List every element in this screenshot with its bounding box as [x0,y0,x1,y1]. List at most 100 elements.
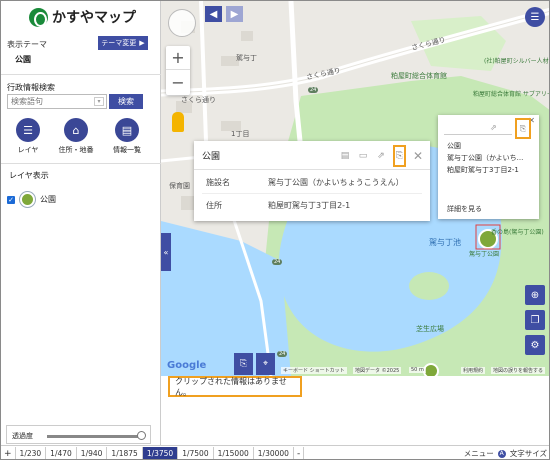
logo-icon [29,7,48,27]
chevron-down-icon[interactable]: ▾ [94,97,104,106]
scale-option[interactable]: 1/30000 [254,446,294,459]
collapse-sidebar-button[interactable]: « [161,233,171,271]
layer-item[interactable]: ✓ 公園 [7,192,56,207]
scale-zoom-in[interactable]: + [1,446,16,459]
close-icon[interactable]: ✕ [412,149,424,163]
table-icon: ▤ [115,118,139,142]
scale-option[interactable]: 1/15000 [214,446,254,459]
tool-label: 情報一覧 [113,146,141,154]
sidebar: かすやマップ 表示テーマ テーマ変更 ▶ 公園 行政情報検索 ▾ 検索 ☰ レイ… [1,1,161,445]
map-label: 1丁目 [231,130,250,138]
scale-bar: + 1/230 1/470 1/940 1/1875 1/3750 1/7500… [1,445,549,459]
report-error-link[interactable]: 地図の誤りを報告する [491,367,546,374]
tool-address[interactable]: ⌂ 住所・地番 [56,118,96,155]
pan-control[interactable] [168,9,196,37]
popup-key: 住所 [206,201,222,210]
zoom-out-button[interactable]: − [166,70,190,94]
scale-option[interactable]: 1/7500 [178,446,214,459]
clip-icon[interactable]: ⎘ [393,145,406,167]
map-label: 粕屋町総合体育館 サブアリーナ [473,91,549,98]
layer-checkbox[interactable]: ✓ [7,195,15,204]
zoom-control: + − [166,46,190,95]
card-share-icon[interactable]: ⇗ [490,123,497,132]
menu-link[interactable]: メニュー [464,448,494,459]
locate-button[interactable]: ⊕ [525,285,545,305]
search-input[interactable] [7,94,107,109]
scale-zoom-out[interactable]: - [294,446,305,459]
popup-key: 施設名 [206,178,230,187]
divider [1,163,161,164]
text-size-link[interactable]: 文字サイズ [510,448,547,459]
search-button[interactable]: 検索 [109,94,143,109]
map-label: (社)粕屋町シルバー人材センター [484,58,549,65]
map-label: 駕与丁公園 [469,251,500,258]
tool-layer[interactable]: ☰ レイヤ [8,118,48,155]
card-clip-icon[interactable]: ⎘ [515,118,531,139]
terms-link[interactable]: 利用規約 [461,367,486,374]
map-label: 駕与丁池 [429,238,461,247]
tool-label: レイヤ [17,146,39,154]
bottom-right-links: メニュー A 文字サイズ [464,448,547,459]
popup-row-address: 住所 粕屋町駕与丁3丁目2-1 [206,200,350,211]
app-frame: 駕与丁 さくら通り さくら通り さくら通り 粕屋町総合体育館 (社)粕屋町シルバ… [0,0,550,460]
popup-title: 公園 [202,152,221,162]
settings-button[interactable]: ⚙ [525,335,545,355]
opacity-control: 透過度 [6,425,151,444]
change-theme-button[interactable]: テーマ変更 ▶ [98,36,148,50]
scale-option[interactable]: 1/940 [77,446,108,459]
map-label: 保育園 [169,182,190,190]
scale-option[interactable]: 1/230 [16,446,47,459]
app-logo[interactable]: かすやマップ [29,7,136,27]
map-scale-label: 50 m [409,367,426,373]
tool-info-list[interactable]: ▤ 情報一覧 [107,118,147,155]
print-icon[interactable]: ▤ [339,151,351,161]
card-line: 駕与丁公園（かよいち... [447,154,524,162]
layer-section-title: レイヤ表示 [9,171,49,180]
popup-value: 駕与丁公園（かよいちょうこうえん） [268,178,404,187]
divider [1,74,161,75]
feature-card: ✕ ⇗ ⎘ 公園 駕与丁公園（かよいち... 粕屋町駕与丁3丁目2-1 詳細を見… [438,115,539,219]
list-icon: ☰ [16,118,40,142]
layers-toggle-button[interactable]: ❐ [525,310,545,330]
forward-button[interactable]: ▶ [226,6,243,22]
keyboard-shortcuts-link[interactable]: キーボード ショートカット [281,367,347,374]
text-size-icon: A [497,449,506,458]
card-line: 粕屋町駕与丁3丁目2-1 [447,166,519,174]
route-badge: 24 [272,259,283,265]
divider [194,169,430,170]
map-attribution: キーボード ショートカット 地図データ ©2025 50 m 利用規約 地図の誤… [161,364,549,376]
divider [202,193,422,194]
table-icon[interactable]: ▭ [357,151,369,161]
card-line: 公園 [447,142,461,150]
tool-label: 住所・地番 [58,146,94,154]
scale-option[interactable]: 1/470 [46,446,77,459]
popup-row-name: 施設名 駕与丁公園（かよいちょうこうえん） [206,177,404,188]
map-data-credit: 地図データ ©2025 [353,367,402,374]
share-icon[interactable]: ⇗ [375,151,387,161]
divider [444,134,512,135]
street-view-pegman-icon[interactable] [172,112,184,132]
zoom-in-button[interactable]: + [166,46,190,70]
park-icon [20,192,35,207]
scale-option-active[interactable]: 1/3750 [142,446,179,459]
popup-toolbar: ▤ ▭ ⇗ ⎘ ✕ [339,145,424,167]
route-badge: 24 [277,351,288,357]
route-badge: 24 [308,87,319,93]
map-label: 駕与丁 [236,54,257,62]
admin-search-label: 行政情報検索 [7,83,55,92]
map-label: 芝生広場 [416,325,444,333]
map-label: 粕屋町総合体育館 [391,72,447,80]
change-theme-label: テーマ変更 [101,39,137,47]
opacity-label: 透過度 [12,432,33,440]
opacity-slider-thumb[interactable] [137,431,146,440]
app-title: かすやマップ [52,10,136,26]
details-link[interactable]: 詳細を見る [447,204,482,214]
play-icon: ▶ [139,39,145,47]
opacity-track[interactable] [47,435,142,438]
popup-value: 粕屋町駕与丁3丁目2-1 [268,201,351,210]
scale-option[interactable]: 1/1875 [107,446,143,459]
main-menu-button[interactable]: ☰ [525,7,545,27]
map-label: さくら通り [181,96,216,104]
current-theme: 公園 [15,55,31,64]
back-button[interactable]: ◀ [205,6,222,22]
